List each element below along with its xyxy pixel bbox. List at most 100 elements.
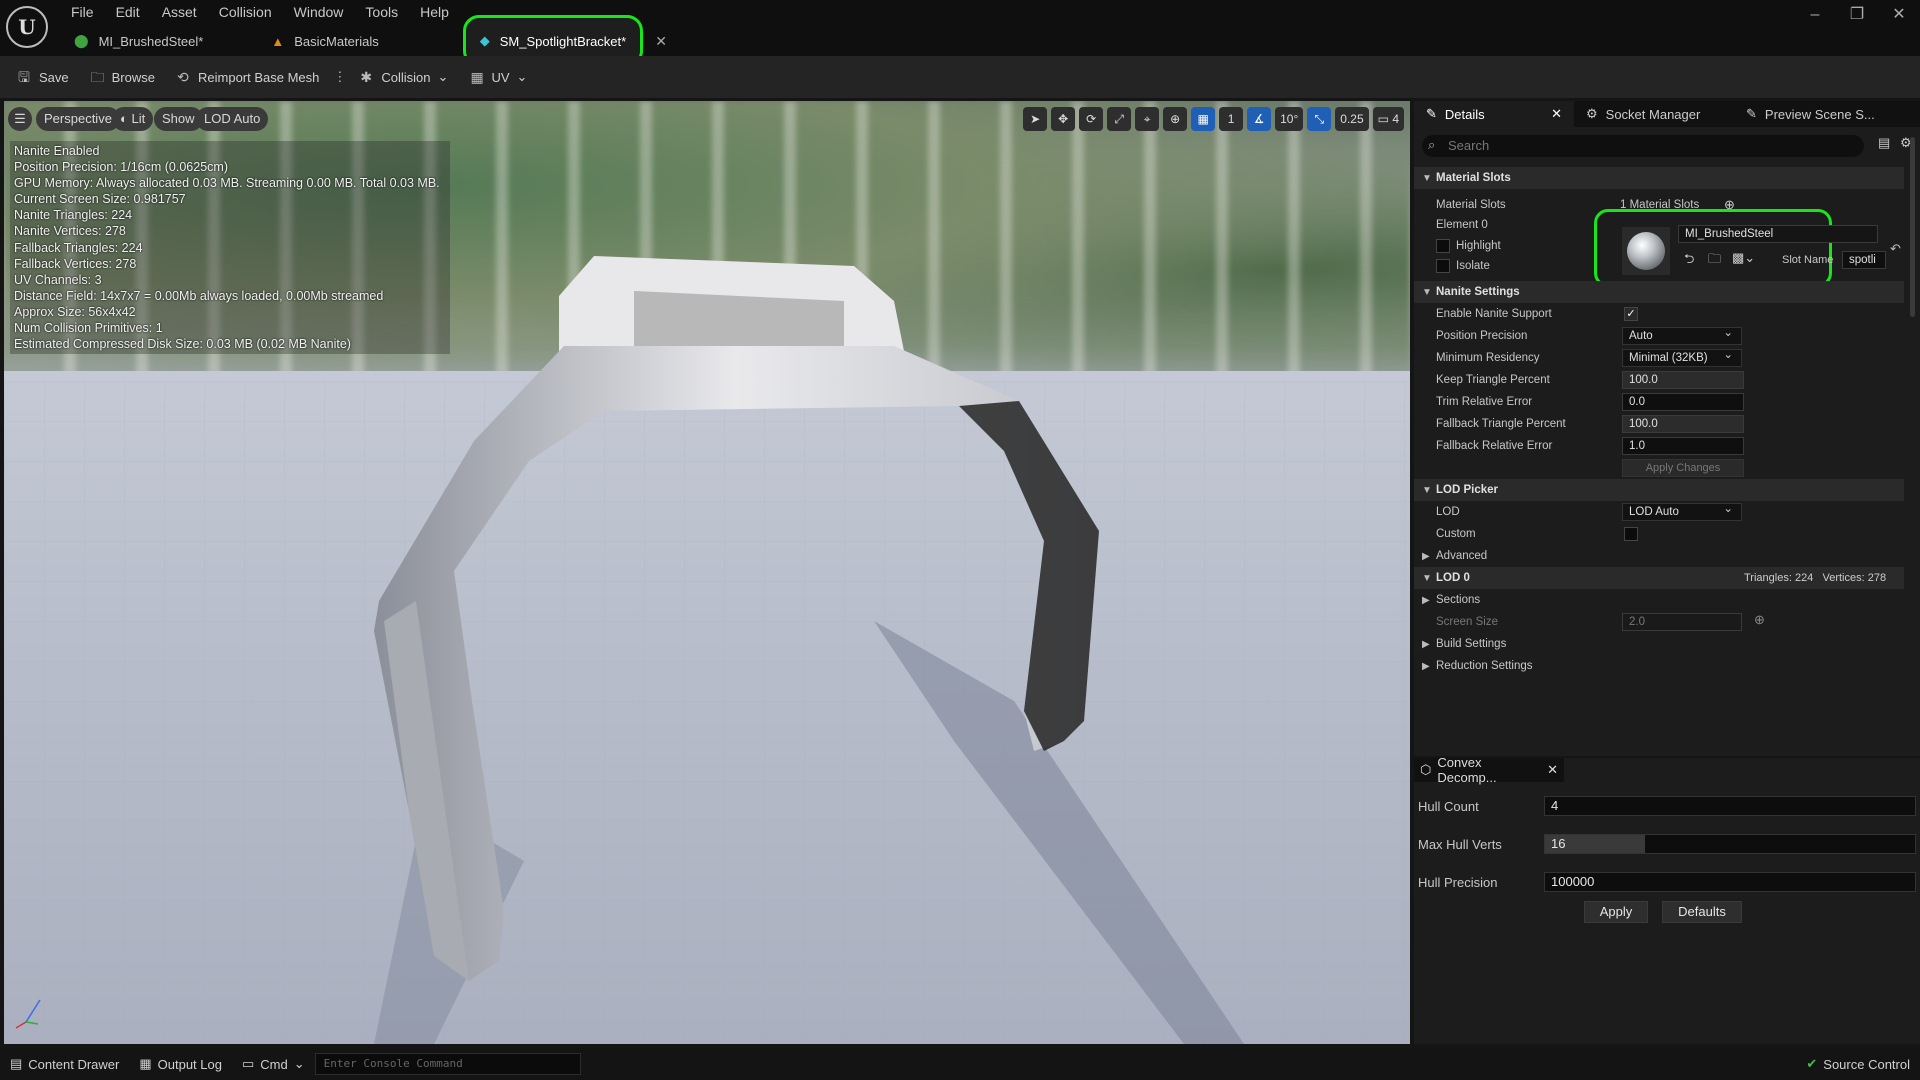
section-title: Material Slots bbox=[1436, 172, 1511, 184]
close-icon[interactable]: ✕ bbox=[1551, 106, 1562, 122]
translate-icon[interactable]: ✥ bbox=[1051, 107, 1076, 131]
add-icon[interactable]: ⊕ bbox=[1754, 612, 1765, 628]
screen-size-field[interactable]: 2.0 bbox=[1622, 613, 1742, 631]
fallback-triangle-percent-label: Fallback Triangle Percent bbox=[1436, 418, 1566, 430]
apply-button[interactable]: Apply bbox=[1584, 901, 1648, 923]
chevron-down-icon: ⌄ bbox=[437, 69, 449, 84]
nanite-settings-section[interactable]: ▼ Nanite Settings bbox=[1414, 281, 1904, 303]
scale-snap-icon[interactable]: ⤡ bbox=[1307, 107, 1332, 131]
position-precision-dropdown[interactable]: Auto bbox=[1622, 325, 1742, 345]
close-tab-icon[interactable]: ✕ bbox=[655, 26, 667, 56]
pencil-icon: ✎ bbox=[1426, 106, 1437, 121]
menu-asset[interactable]: Asset bbox=[151, 2, 208, 22]
camera-speed-button[interactable]: ▭ 4 bbox=[1372, 107, 1404, 131]
stat-line: UV Channels: 3 bbox=[14, 272, 102, 287]
grid-snap-value[interactable]: 1 bbox=[1219, 107, 1244, 131]
enable-nanite-checkbox[interactable]: ✓ bbox=[1624, 307, 1638, 321]
collapse-arrow-icon: ▼ bbox=[1422, 287, 1432, 298]
close-icon[interactable]: ✕ bbox=[1547, 762, 1558, 778]
tab-basicmaterials[interactable]: ▲ BasicMaterials bbox=[257, 26, 392, 56]
restore-icon[interactable]: ❐ bbox=[1836, 4, 1878, 26]
reimport-button[interactable]: ⟲ Reimport Base Mesh bbox=[169, 62, 327, 92]
menu-tools[interactable]: Tools bbox=[354, 2, 409, 22]
tab-preview-scene[interactable]: ✎ Preview Scene S... bbox=[1734, 101, 1887, 127]
surface-snap-icon[interactable]: ⌖ bbox=[1135, 107, 1160, 131]
highlight-checkbox[interactable] bbox=[1436, 239, 1450, 253]
browse-button[interactable]: 🗀 Browse bbox=[83, 62, 163, 92]
lit-button[interactable]: ◐ Lit bbox=[112, 107, 154, 131]
build-settings-row[interactable]: ▶ Build Settings bbox=[1422, 633, 1506, 656]
slot-name-field[interactable]: spotli bbox=[1842, 251, 1886, 269]
minimum-residency-dropdown[interactable]: Minimal (32KB) bbox=[1622, 347, 1742, 367]
menu-edit[interactable]: Edit bbox=[105, 2, 151, 22]
close-icon[interactable]: ✕ bbox=[1878, 4, 1920, 26]
lod-dropdown[interactable]: LOD Auto bbox=[1622, 501, 1742, 521]
tab-socket-manager[interactable]: ⚙ Socket Manager bbox=[1574, 101, 1734, 127]
convex-tab[interactable]: ⬡ Convex Decomp... ✕ bbox=[1414, 755, 1564, 785]
collapse-arrow-icon: ▼ bbox=[1422, 485, 1432, 496]
select-icon[interactable]: ➤ bbox=[1023, 107, 1048, 131]
max-hull-verts-value: 16 bbox=[1551, 836, 1566, 851]
rotate-icon[interactable]: ⟳ bbox=[1079, 107, 1104, 131]
angle-snap-value[interactable]: 10° bbox=[1275, 107, 1304, 131]
lod0-stats: Triangles: 224 Vertices: 278 bbox=[1744, 572, 1887, 584]
fallback-relative-error-field[interactable]: 1.0 bbox=[1622, 437, 1744, 455]
keep-triangle-percent-field[interactable]: 100.0 bbox=[1622, 371, 1744, 389]
sphere-preview bbox=[1627, 232, 1665, 270]
menu-file[interactable]: File bbox=[60, 2, 105, 22]
unreal-logo-icon[interactable]: U bbox=[6, 6, 48, 48]
source-control-button[interactable]: ✔ Source Control bbox=[1796, 1048, 1920, 1080]
cmd-button[interactable]: ▭ Cmd ⌄ bbox=[232, 1048, 315, 1080]
uv-button[interactable]: ▦ UV ⌄ bbox=[462, 62, 535, 92]
menu-help[interactable]: Help bbox=[409, 2, 460, 22]
material-thumbnail[interactable] bbox=[1622, 227, 1670, 275]
material-name-field[interactable]: MI_BrushedSteel bbox=[1678, 225, 1878, 243]
scale-snap-value[interactable]: 0.25 bbox=[1335, 107, 1369, 131]
details-search-input[interactable]: Search bbox=[1422, 135, 1864, 157]
menu-window[interactable]: Window bbox=[283, 2, 355, 22]
camera-speed-value: 4 bbox=[1392, 112, 1399, 126]
world-local-icon[interactable]: ⊕ bbox=[1163, 107, 1188, 131]
tab-mi-brushedsteel[interactable]: ⬤ MI_BrushedSteel* bbox=[60, 26, 217, 56]
minimize-icon[interactable]: – bbox=[1794, 4, 1836, 26]
check-icon: ✔ bbox=[1806, 1056, 1818, 1071]
max-hull-verts-slider[interactable]: 16 bbox=[1544, 834, 1916, 854]
hull-count-field[interactable]: 4 bbox=[1544, 796, 1916, 816]
menu-collision[interactable]: Collision bbox=[208, 2, 283, 22]
scale-icon[interactable]: ⤢ bbox=[1107, 107, 1132, 131]
fallback-triangle-percent-field[interactable]: 100.0 bbox=[1622, 415, 1744, 433]
reimport-icon: ⟲ bbox=[177, 69, 189, 85]
viewport-menu-button[interactable]: ☰ bbox=[8, 107, 32, 131]
browse-asset-icon[interactable]: 🗀 bbox=[1708, 250, 1721, 272]
reduction-settings-row[interactable]: ▶ Reduction Settings bbox=[1422, 655, 1533, 678]
collision-label: Collision bbox=[381, 69, 431, 85]
sections-row[interactable]: ▶ Sections bbox=[1422, 589, 1480, 612]
use-selected-icon[interactable]: ⮌ bbox=[1684, 250, 1694, 272]
perspective-button[interactable]: Perspective bbox=[36, 107, 120, 131]
tab-details[interactable]: ✎ Details ✕ bbox=[1414, 101, 1574, 127]
material-slots-section[interactable]: ▼ Material Slots bbox=[1414, 167, 1904, 189]
output-log-button[interactable]: ▦ Output Log bbox=[129, 1048, 232, 1080]
options-icon[interactable]: ▩⌄ bbox=[1732, 250, 1755, 266]
reset-icon[interactable]: ↶ bbox=[1890, 241, 1901, 257]
defaults-button[interactable]: Defaults bbox=[1662, 901, 1742, 923]
trim-relative-error-field[interactable]: 0.0 bbox=[1622, 393, 1744, 411]
apply-changes-button[interactable]: Apply Changes bbox=[1622, 459, 1744, 477]
mesh-viewport[interactable]: ☰ Perspective ◐ Lit Show LOD Auto ➤ ✥ ⟳ … bbox=[4, 101, 1410, 1044]
content-drawer-button[interactable]: ▤ Content Drawer bbox=[0, 1048, 129, 1080]
collision-button[interactable]: ✱ Collision ⌄ bbox=[352, 62, 456, 92]
chevron-down-icon: ⌄ bbox=[516, 69, 528, 84]
table-view-icon[interactable]: ▤ bbox=[1878, 135, 1890, 151]
console-input[interactable]: Enter Console Command bbox=[314, 1053, 581, 1075]
save-button[interactable]: 🖫 Save bbox=[10, 62, 77, 92]
details-scrollbar[interactable] bbox=[1910, 137, 1915, 317]
isolate-checkbox[interactable] bbox=[1436, 259, 1450, 273]
angle-snap-icon[interactable]: ∡ bbox=[1247, 107, 1272, 131]
grid-snap-icon[interactable]: ▦ bbox=[1191, 107, 1216, 131]
custom-checkbox[interactable] bbox=[1624, 527, 1638, 541]
hull-precision-field[interactable]: 100000 bbox=[1544, 872, 1916, 892]
lod-auto-button[interactable]: LOD Auto bbox=[196, 107, 269, 131]
lod-picker-section[interactable]: ▼ LOD Picker bbox=[1414, 479, 1904, 501]
more-options-icon[interactable]: ⋮ bbox=[333, 69, 346, 85]
advanced-row[interactable]: ▶ Advanced bbox=[1422, 545, 1487, 568]
